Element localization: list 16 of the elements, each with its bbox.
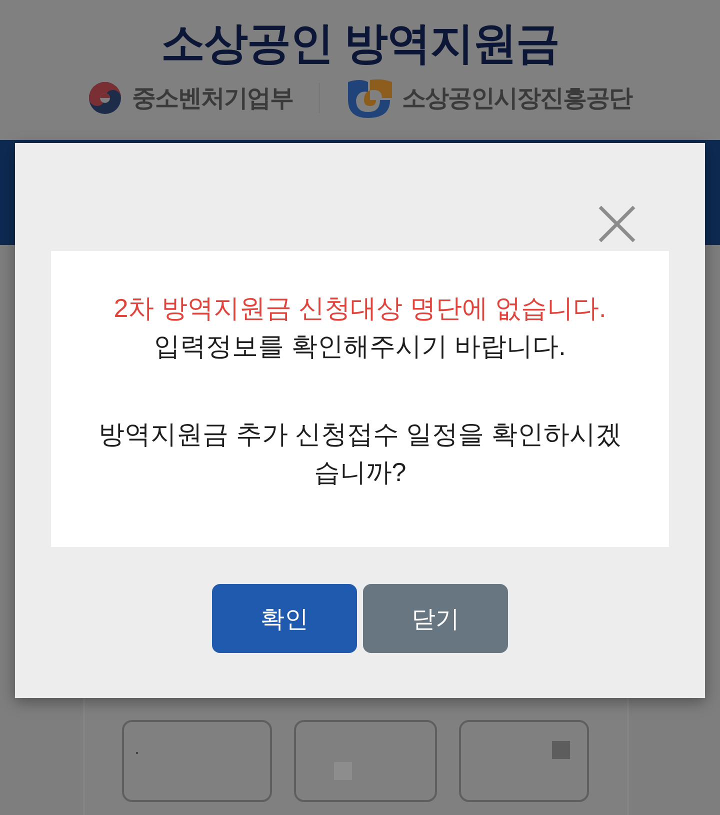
message-text: 방역지원금 추가 신청접수 일정을 확인하시겠습니까? [98, 418, 622, 489]
alert-message: 2차 방역지원금 신청대상 명단에 없습니다. [114, 292, 606, 325]
agency-name: 중소벤처기업부 [132, 84, 293, 114]
close-icon [598, 205, 636, 243]
confirm-button[interactable]: 확인 [212, 584, 357, 653]
option-card[interactable] [294, 720, 437, 802]
square-icon [552, 741, 570, 759]
message-text: 입력정보를 확인해주시기 바랍니다. [154, 330, 566, 363]
option-card[interactable] [122, 720, 272, 802]
close-dialog-button[interactable]: 닫기 [363, 584, 508, 653]
site-title: 소상공인 방역지원금 [160, 18, 560, 70]
circle-emblem-icon [88, 81, 122, 115]
close-button[interactable] [598, 205, 636, 243]
agency-name: 소상공인시장진흥공단 [402, 84, 632, 114]
swirl-emblem-icon [346, 78, 392, 118]
option-card[interactable] [459, 720, 589, 802]
